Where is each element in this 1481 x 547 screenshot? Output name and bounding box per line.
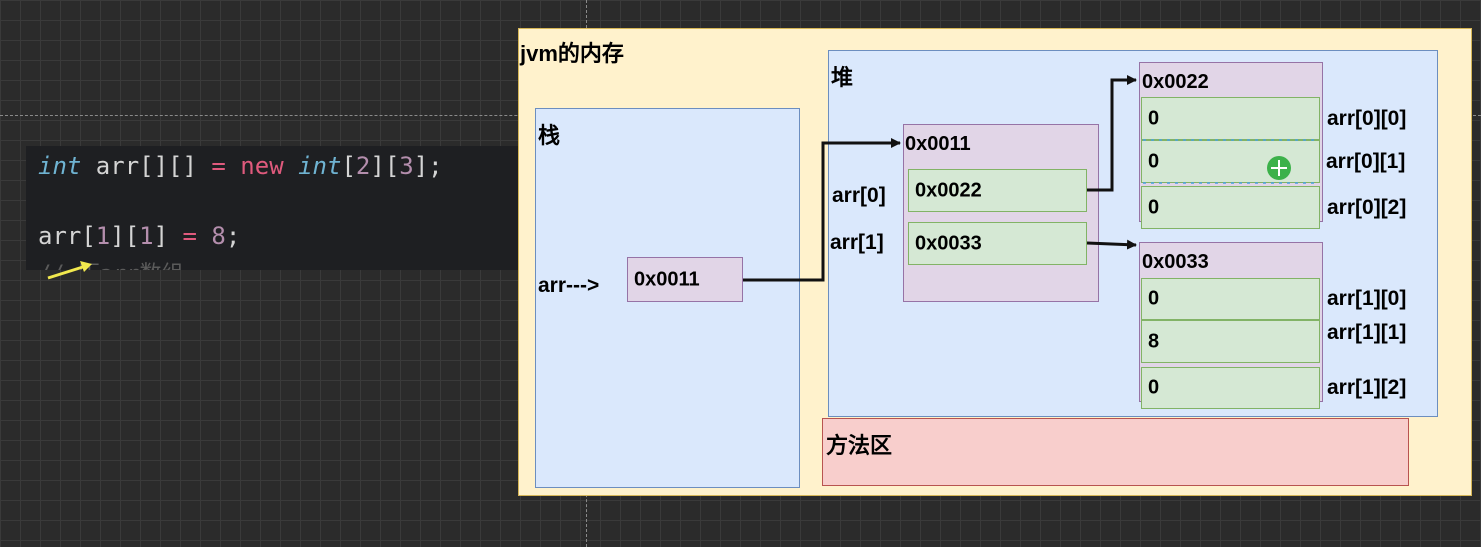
inner-array-1-label-2: arr[1][2] <box>1327 376 1407 399</box>
inner-array-1-cell-0: 0 <box>1141 278 1320 320</box>
jvm-title: jvm的内存 <box>520 41 624 66</box>
inner-array-0-label-1: arr[0][1] <box>1326 150 1406 173</box>
inner-array-1-cell-0-value: 0 <box>1148 287 1160 310</box>
stack-arr-ref-value: 0x0011 <box>634 268 700 290</box>
inner-array-0-cell-1[interactable]: 0 <box>1141 140 1320 183</box>
outer-array-cell-0: 0x0022 <box>908 169 1087 212</box>
outer-array-cell-0-value: 0x0022 <box>915 179 982 201</box>
inner-array-1-label-1: arr[1][1] <box>1327 321 1407 344</box>
heap-title: 堆 <box>831 65 854 90</box>
code-snippet: int arr[][] = new int[2][3]; arr[1][1] =… <box>26 146 526 270</box>
outer-array-label-1: arr[1] <box>830 231 884 254</box>
inner-array-1-cell-2: 0 <box>1141 367 1320 409</box>
code-line-2: arr[1][1] = 8; <box>38 222 241 250</box>
inner-array-0-label-0: arr[0][0] <box>1327 107 1407 130</box>
outer-array-address: 0x0011 <box>905 133 971 155</box>
stack-arr-ref: 0x0011 <box>627 257 743 302</box>
outer-array-label-0: arr[0] <box>832 184 886 207</box>
inner-array-1-cell-1-value: 8 <box>1148 330 1160 352</box>
inner-array-1-cell-2-value: 0 <box>1148 376 1160 399</box>
inner-array-0-cell-2: 0 <box>1141 186 1320 229</box>
outer-array-cell-1-value: 0x0033 <box>915 232 982 254</box>
inner-array-0-cell-2-value: 0 <box>1148 196 1160 218</box>
stack-title: 栈 <box>538 123 561 148</box>
inner-array-1-label-0: arr[1][0] <box>1327 287 1407 310</box>
code-line-3: // 历arr数组 <box>38 256 183 270</box>
method-area <box>822 418 1409 486</box>
inner-array-1-address: 0x0033 <box>1142 251 1209 273</box>
inner-array-0-cell-0-value: 0 <box>1148 107 1160 129</box>
inner-array-1-cell-1: 8 <box>1141 320 1320 363</box>
code-line-1: int arr[][] = new int[2][3]; <box>38 152 443 180</box>
inner-array-0-cell-1-value: 0 <box>1148 150 1160 172</box>
inner-array-0-label-2: arr[0][2] <box>1327 196 1407 219</box>
inner-array-0-address: 0x0022 <box>1142 71 1209 93</box>
stack-var-label: arr---> <box>538 274 600 297</box>
method-area-title: 方法区 <box>826 433 893 458</box>
outer-array-cell-1: 0x0033 <box>908 222 1087 265</box>
inner-array-0-cell-0: 0 <box>1141 97 1320 140</box>
